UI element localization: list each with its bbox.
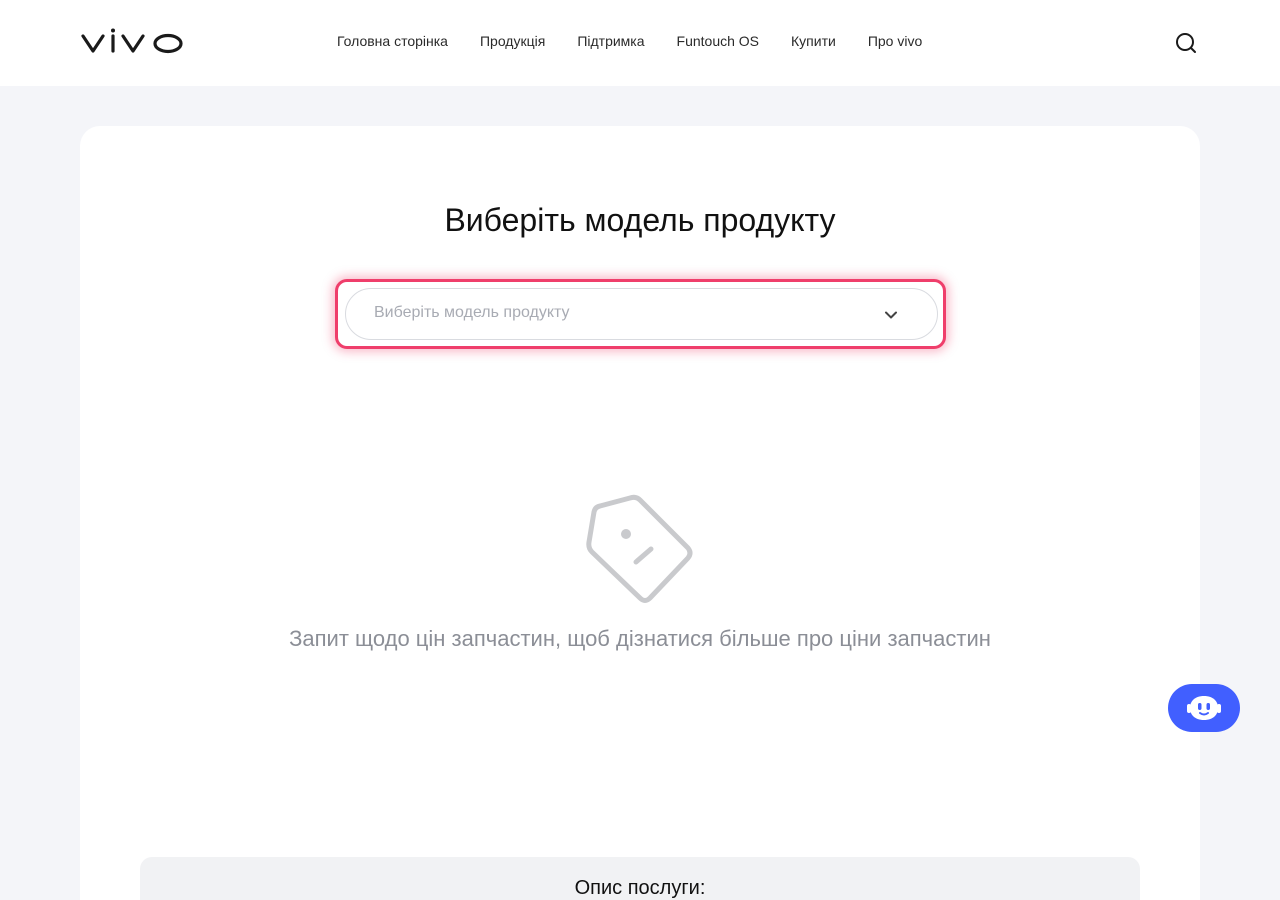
- product-model-select-highlight: Виберіть модель продукту: [335, 279, 946, 349]
- search-icon[interactable]: [1174, 31, 1198, 55]
- nav-funtouch-os[interactable]: Funtouch OS: [677, 31, 760, 51]
- price-tag-icon: [586, 494, 693, 603]
- service-description-title: Опис послуги:: [574, 877, 706, 899]
- product-model-select[interactable]: Виберіть модель продукту: [345, 288, 938, 340]
- nav-support[interactable]: Підтримка: [577, 31, 644, 51]
- chevron-down-icon: [885, 311, 897, 319]
- nav-buy[interactable]: Купити: [791, 31, 836, 51]
- service-description: Опис послуги:: [140, 857, 1140, 900]
- nav-home[interactable]: Головна сторінка: [337, 31, 448, 51]
- nav-about-vivo[interactable]: Про vivo: [868, 31, 922, 51]
- empty-state-text: Запит щодо цін запчастин, щоб дізнатися …: [289, 626, 991, 651]
- nav-products[interactable]: Продукція: [480, 31, 545, 51]
- chatbot-button[interactable]: [1168, 684, 1240, 732]
- vivo-logo[interactable]: [80, 27, 184, 57]
- page-title: Виберіть модель продукту: [444, 202, 836, 238]
- content-card: Виберіть модель продукту Виберіть модель…: [80, 126, 1200, 900]
- site-header: Головна сторінка Продукція Підтримка Fun…: [0, 0, 1280, 86]
- main-nav: Головна сторінка Продукція Підтримка Fun…: [337, 31, 922, 51]
- chatbot-icon: [1187, 696, 1221, 720]
- select-placeholder: Виберіть модель продукту: [374, 304, 570, 321]
